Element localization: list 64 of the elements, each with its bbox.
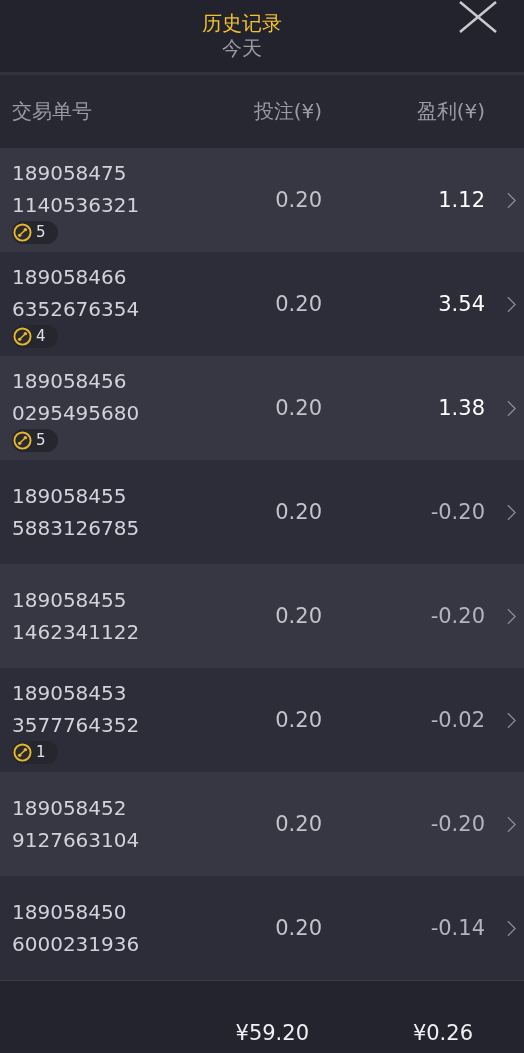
badge-count: 1 <box>36 743 46 761</box>
record-row[interactable]: 189058475 1140536321 5 0.20 1.12 <box>0 148 524 252</box>
total-profit: ¥0.26 <box>411 1021 473 1045</box>
order-number: 189058453 <box>12 679 128 707</box>
chevron-right-icon <box>507 295 516 313</box>
order-number: 6000231936 <box>12 931 141 958</box>
profit-amount: -0.14 <box>429 916 485 940</box>
bet-amount: 0.20 <box>274 396 322 420</box>
coin-icon <box>13 222 32 242</box>
record-row[interactable]: 189058455 5883126785 0.20 -0.20 <box>0 460 524 564</box>
order-number: 189058456 <box>12 367 128 395</box>
date-label: 今天 <box>222 35 262 61</box>
profit-amount: 1.12 <box>437 188 485 212</box>
chevron-right-icon <box>507 711 516 729</box>
order-number: 5883126785 <box>12 515 141 542</box>
chevron-right-icon <box>507 607 516 625</box>
close-icon[interactable] <box>458 0 498 34</box>
profit-amount: -0.20 <box>429 500 485 524</box>
order-number: 189058455 <box>12 483 128 510</box>
order-number: 189058450 <box>12 899 128 926</box>
chevron-right-icon <box>507 815 516 833</box>
chevron-right-icon <box>507 919 516 937</box>
bet-amount: 0.20 <box>274 292 322 316</box>
column-header: 交易单号 <box>11 98 93 125</box>
badge-count: 5 <box>36 431 46 449</box>
profit-amount: -0.20 <box>429 812 485 836</box>
record-row[interactable]: 189058450 6000231936 0.20 -0.14 <box>0 876 524 980</box>
record-row[interactable]: 189058456 0295495680 5 0.20 1.38 <box>0 356 524 460</box>
coin-icon <box>13 430 32 450</box>
total-bet: ¥59.20 <box>234 1021 309 1045</box>
profit-amount: -0.02 <box>429 708 485 732</box>
bet-amount: 0.20 <box>274 916 322 940</box>
badge-count: 4 <box>36 327 46 345</box>
record-row[interactable]: 189058455 1462341122 0.20 -0.20 <box>0 564 524 668</box>
coin-icon <box>13 742 32 762</box>
page-title: 历史记录 <box>202 11 282 35</box>
bet-amount: 0.20 <box>274 500 322 524</box>
bet-amount: 0.20 <box>274 812 322 836</box>
profit-amount: -0.20 <box>429 604 485 628</box>
order-number: 1140536321 <box>12 191 141 219</box>
order-number: 3577764352 <box>12 711 141 739</box>
bet-amount: 0.20 <box>274 604 322 628</box>
order-number: 189058466 <box>12 263 128 291</box>
record-row[interactable]: 189058452 9127663104 0.20 -0.20 <box>0 772 524 876</box>
column-header: 盈利(¥) <box>415 98 485 125</box>
order-number: 189058475 <box>12 159 128 187</box>
bet-amount: 0.20 <box>274 708 322 732</box>
order-number: 9127663104 <box>12 827 141 854</box>
order-number: 189058455 <box>12 587 128 614</box>
bet-amount: 0.20 <box>274 188 322 212</box>
order-number: 0295495680 <box>12 399 141 427</box>
chevron-right-icon <box>507 191 516 209</box>
order-number: 189058452 <box>12 795 128 822</box>
column-header: 投注(¥) <box>252 98 322 125</box>
record-row[interactable]: 189058453 3577764352 1 0.20 -0.02 <box>0 668 524 772</box>
chevron-right-icon <box>507 503 516 521</box>
profit-amount: 3.54 <box>437 292 485 316</box>
chevron-right-icon <box>507 399 516 417</box>
order-number: 1462341122 <box>12 619 141 646</box>
order-number: 6352676354 <box>12 295 141 323</box>
badge-count: 5 <box>36 223 46 241</box>
coin-icon <box>13 326 32 346</box>
profit-amount: 1.38 <box>437 396 485 420</box>
record-row[interactable]: 189058466 6352676354 4 0.20 3.54 <box>0 252 524 356</box>
